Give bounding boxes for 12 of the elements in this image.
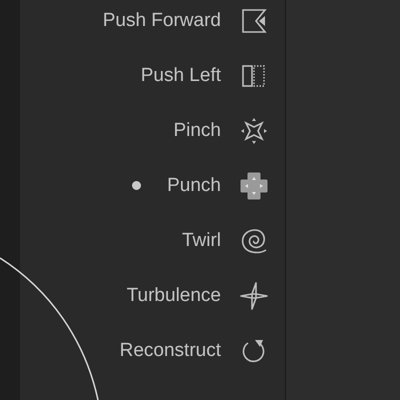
pinch-icon xyxy=(240,116,268,144)
pinwheel-icon xyxy=(240,282,268,310)
menu-item[interactable]: Push Left xyxy=(140,64,221,86)
push-forward-icon xyxy=(240,6,268,34)
menu-item[interactable]: Reconstruct xyxy=(120,340,221,362)
menu-item[interactable]: Twirl xyxy=(182,230,221,252)
menu-item[interactable]: Pinch xyxy=(173,120,221,142)
menu-item[interactable]: Punch xyxy=(167,174,221,196)
menu-item[interactable]: Push Forward xyxy=(102,10,221,32)
punch-icon xyxy=(240,172,268,200)
menu-item[interactable]: Turbulence xyxy=(126,284,221,306)
spiral-icon xyxy=(240,226,268,254)
